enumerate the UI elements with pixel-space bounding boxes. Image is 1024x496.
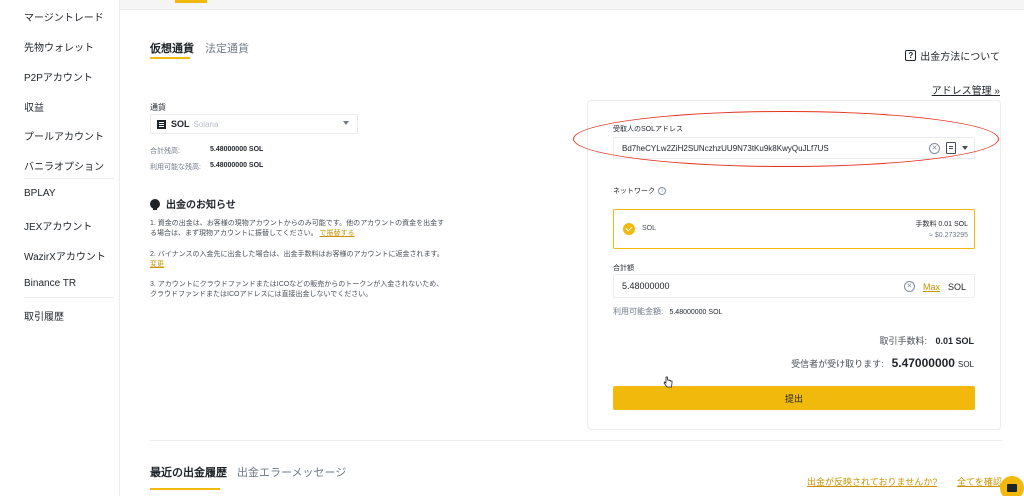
hand-cursor-icon xyxy=(663,376,673,388)
sidebar-item-trade-history[interactable]: 取引履歴 xyxy=(24,308,64,323)
coin-symbol: SOL xyxy=(171,119,190,129)
network-label-row: ネットワーク i xyxy=(613,186,666,196)
withdraw-panel: 仮想通貨 法定通貨 ? 出金方法について アドレス管理 » 通貨 SOL Sol… xyxy=(120,10,1024,496)
transaction-fee-row: 取引手数料: 0.01 SOL xyxy=(879,334,974,347)
sidebar-divider xyxy=(24,297,114,298)
sidebar: マージントレード 先物ウォレット P2Pアカウント 収益 プールアカウント バニ… xyxy=(0,0,120,496)
chat-support-button[interactable] xyxy=(1000,476,1024,496)
how-to-withdraw-link[interactable]: ? 出金方法について xyxy=(905,48,1000,63)
notice-p1-text: 1. 資金の出金は、お客様の現物アカウントからのみ可能です。他のアカウントの資金… xyxy=(150,220,445,237)
available-amount-value: 5.48000000 SOL xyxy=(669,309,723,316)
top-tab-indicator xyxy=(175,0,207,3)
coin-name: Solana xyxy=(193,119,219,129)
help-icon: ? xyxy=(905,50,917,61)
clear-icon[interactable]: ✕ xyxy=(903,281,915,292)
amount-label: 合計額 xyxy=(613,265,634,272)
network-name: SOL xyxy=(642,225,657,232)
coin-select[interactable]: SOL Solana xyxy=(150,114,358,134)
section-divider xyxy=(150,440,1002,441)
network-fee: 手数料 0.01 SOL xyxy=(915,221,968,228)
receive-unit: SOL xyxy=(957,360,974,369)
amount-value: 5.48000000 xyxy=(622,281,670,291)
network-label: ネットワーク xyxy=(613,188,655,195)
how-to-withdraw-label: 出金方法について xyxy=(920,52,1000,63)
notice-p2-text: 2. バイナンスの入金先に出金した場合は、出金手数料はお客様のアカウントに返金さ… xyxy=(150,251,444,258)
tab-fiat[interactable]: 法定通貨 xyxy=(205,40,249,56)
transaction-fee-label: 取引手数料: xyxy=(879,336,927,346)
sidebar-item-futures-wallet[interactable]: 先物ウォレット xyxy=(24,39,94,54)
transfer-link[interactable]: で振替する xyxy=(320,230,355,237)
total-balance-row: 合計残高: 5.48000000 SOL xyxy=(150,146,263,156)
amount-unit: SOL xyxy=(947,281,966,292)
solana-icon xyxy=(157,119,166,129)
sidebar-item-jex-account[interactable]: JEXアカウント xyxy=(24,218,92,233)
tab-active-underline xyxy=(150,488,220,490)
check-circle-icon xyxy=(623,223,635,235)
lightbulb-icon xyxy=(150,198,160,210)
notice-title-text: 出金のお知らせ xyxy=(166,200,236,211)
sidebar-item-vanilla-options[interactable]: バニラオプション xyxy=(24,158,104,173)
available-amount-label: 利用可能金額: xyxy=(613,307,664,316)
notice-paragraph-1: 1. 資金の出金は、お客様の現物アカウントからのみ可能です。他のアカウントの資金… xyxy=(150,219,450,239)
receive-amount-row: 受信者が受け取ります: 5.47000000 SOL xyxy=(791,356,974,370)
tab-active-underline xyxy=(150,57,190,59)
address-management-link[interactable]: アドレス管理 » xyxy=(932,82,1000,97)
notice-title: 出金のお知らせ xyxy=(150,196,236,211)
available-amount-row: 利用可能金額: 5.48000000 SOL xyxy=(613,306,722,317)
sidebar-item-wazirx-account[interactable]: WazirXアカウント xyxy=(24,248,106,263)
not-reflected-link[interactable]: 出金が反映されておりませんか? xyxy=(807,475,937,488)
tab-withdrawal-errors[interactable]: 出金エラーメッセージ xyxy=(237,464,346,480)
amount-tools: ✕ Max SOL xyxy=(903,281,966,292)
available-balance-value: 5.48000000 SOL xyxy=(210,162,264,169)
max-button[interactable]: Max xyxy=(923,282,940,292)
chevron-down-icon xyxy=(343,121,349,125)
network-select[interactable]: SOL 手数料 0.01 SOL ≈ $0.273295 xyxy=(613,209,975,249)
network-fee-usd: ≈ $0.273295 xyxy=(929,232,968,239)
available-balance-row: 利用可能な残高: 5.48000000 SOL xyxy=(150,162,263,172)
amount-input[interactable]: 5.48000000 ✕ Max SOL xyxy=(613,274,975,298)
receive-value: 5.47000000 xyxy=(891,356,955,370)
sidebar-item-binance-tr[interactable]: Binance TR xyxy=(24,278,76,289)
available-balance-label: 利用可能な残高: xyxy=(150,164,201,171)
sidebar-item-margin-trade[interactable]: マージントレード xyxy=(24,9,104,24)
change-link[interactable]: 変更 xyxy=(150,261,164,268)
annotation-circle xyxy=(573,111,999,167)
tab-recent-withdrawals[interactable]: 最近の出金履歴 xyxy=(150,464,227,480)
transaction-fee-value: 0.01 SOL xyxy=(935,336,974,346)
submit-button[interactable]: 提出 xyxy=(613,386,975,410)
total-balance-value: 5.48000000 SOL xyxy=(210,146,264,153)
sidebar-item-pool-account[interactable]: プールアカウント xyxy=(24,128,104,143)
notice-paragraph-3: 3. アカウントにクラウドファンドまたはICOなどの販売からのトークンが入金され… xyxy=(150,281,444,298)
tab-crypto[interactable]: 仮想通貨 xyxy=(150,40,194,56)
sidebar-item-earnings[interactable]: 収益 xyxy=(24,99,44,114)
receive-label: 受信者が受け取ります: xyxy=(791,359,884,369)
coin-label: 通貨 xyxy=(150,103,166,112)
info-icon[interactable]: i xyxy=(658,187,666,195)
notice-paragraph-2: 2. バイナンスの入金先に出金した場合は、出金手数料はお客様のアカウントに返金さ… xyxy=(150,250,450,270)
total-balance-label: 合計残高: xyxy=(150,148,180,155)
sidebar-item-p2p-account[interactable]: P2Pアカウント xyxy=(24,69,93,84)
sidebar-item-bplay[interactable]: BPLAY xyxy=(24,188,56,199)
view-all-link[interactable]: 全てを確認 xyxy=(957,475,1002,488)
sidebar-divider xyxy=(24,178,114,179)
